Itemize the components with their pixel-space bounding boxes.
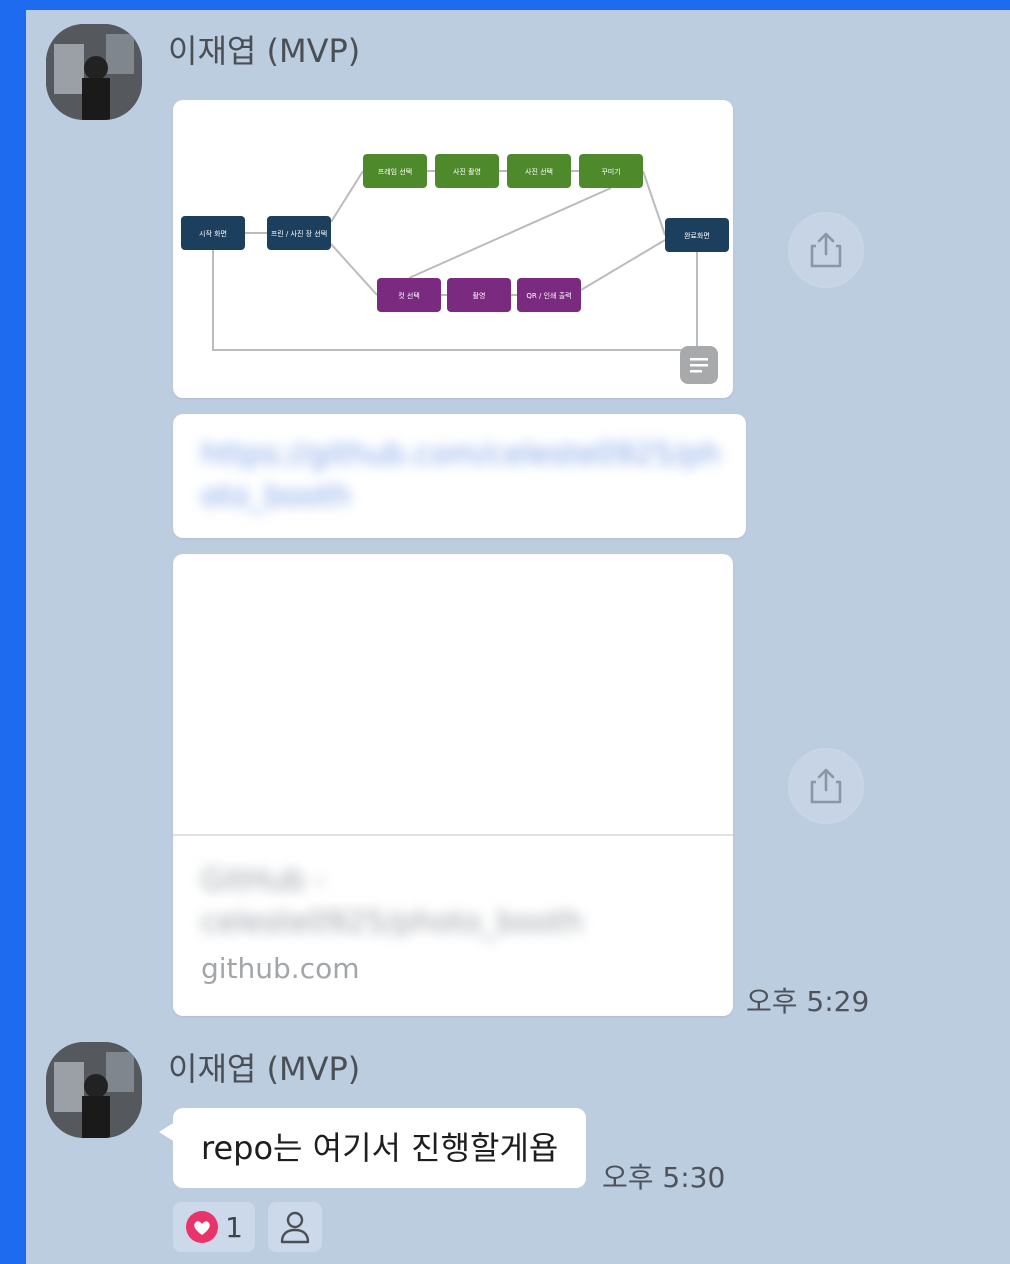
document-icon[interactable]: [680, 346, 718, 384]
person-icon: [280, 1211, 310, 1244]
avatar[interactable]: [46, 1042, 142, 1138]
share-button[interactable]: [788, 748, 864, 824]
flowchart-node-n2: 프린 / 사진 장 선택: [267, 216, 331, 250]
text-message-bubble[interactable]: repo는 여기서 진행할게욥: [158, 1108, 587, 1188]
share-icon: [810, 768, 842, 804]
sender-name: 이재엽 (MVP): [168, 32, 361, 70]
avatar[interactable]: [46, 24, 142, 120]
svg-text:완료화면: 완료화면: [684, 231, 710, 240]
flowchart-node-g4: 꾸미기: [579, 154, 643, 188]
flowchart-node-p3: QR / 인쇄 출력: [517, 278, 581, 312]
flowchart-node-n1: 시작 화면: [181, 216, 245, 250]
flowchart-node-g3: 사진 선택: [507, 154, 571, 188]
sender-name: 이재엽 (MVP): [168, 1050, 361, 1088]
flowchart-image: 시작 화면 프린 / 사진 장 선택 프레임 선택 사진 촬영 사진 선택 꾸미기컷 선택…: [181, 154, 729, 351]
share-button[interactable]: [788, 212, 864, 288]
heart-icon: [186, 1211, 219, 1243]
message-time: 오후 5:29: [746, 985, 870, 1018]
svg-text:QR / 인쇄 출력: QR / 인쇄 출력: [526, 291, 571, 300]
svg-text:시작 화면: 시작 화면: [199, 229, 227, 238]
chat-window: 이재엽 (MVP) 시작 화면 프린 / 사진 장 선택 프레임 선택 사진 촬영 사진…: [26, 10, 1010, 1264]
preview-domain: github.com: [201, 952, 360, 985]
link-url[interactable]: https://github.com/celeste0925/photo_boo…: [201, 434, 721, 518]
flowchart-node-g2: 사진 촬영: [435, 154, 499, 188]
svg-text:사진 촬영: 사진 촬영: [453, 167, 481, 176]
flowchart-connector: [330, 170, 364, 223]
link-preview-card[interactable]: GitHub - celeste0925/photo_booth github.…: [173, 554, 733, 1016]
message-time: 오후 5:30: [602, 1161, 726, 1194]
add-reaction-button[interactable]: [268, 1202, 322, 1252]
flowchart-node-p1: 컷 선택: [377, 278, 441, 312]
flowchart-node-p2: 촬영: [447, 278, 511, 312]
flowchart-node-g1: 프레임 선택: [363, 154, 427, 188]
svg-text:컷 선택: 컷 선택: [398, 291, 420, 300]
share-icon: [810, 232, 842, 268]
image-attachment[interactable]: 시작 화면 프린 / 사진 장 선택 프레임 선택 사진 촬영 사진 선택 꾸미기컷 선택…: [173, 100, 733, 398]
heart-reaction-button[interactable]: 1: [173, 1202, 255, 1252]
svg-text:프린 / 사진 장 선택: 프린 / 사진 장 선택: [271, 229, 327, 238]
flowchart-connector: [642, 170, 666, 236]
svg-text:촬영: 촬영: [473, 291, 486, 300]
svg-text:사진 선택: 사진 선택: [525, 167, 553, 176]
flowchart-connector: [408, 187, 612, 279]
link-bubble[interactable]: https://github.com/celeste0925/photo_boo…: [173, 414, 746, 538]
heart-count: 1: [225, 1210, 243, 1244]
svg-text:꾸미기: 꾸미기: [601, 167, 620, 176]
flowchart-connector: [330, 243, 378, 296]
flowchart-node-n3: 완료화면: [665, 218, 729, 252]
preview-image-area: [173, 554, 733, 836]
preview-title: GitHub - celeste0925/photo_booth: [201, 863, 584, 940]
flowchart-connector: [580, 239, 666, 291]
svg-text:프레임 선택: 프레임 선택: [378, 167, 412, 176]
